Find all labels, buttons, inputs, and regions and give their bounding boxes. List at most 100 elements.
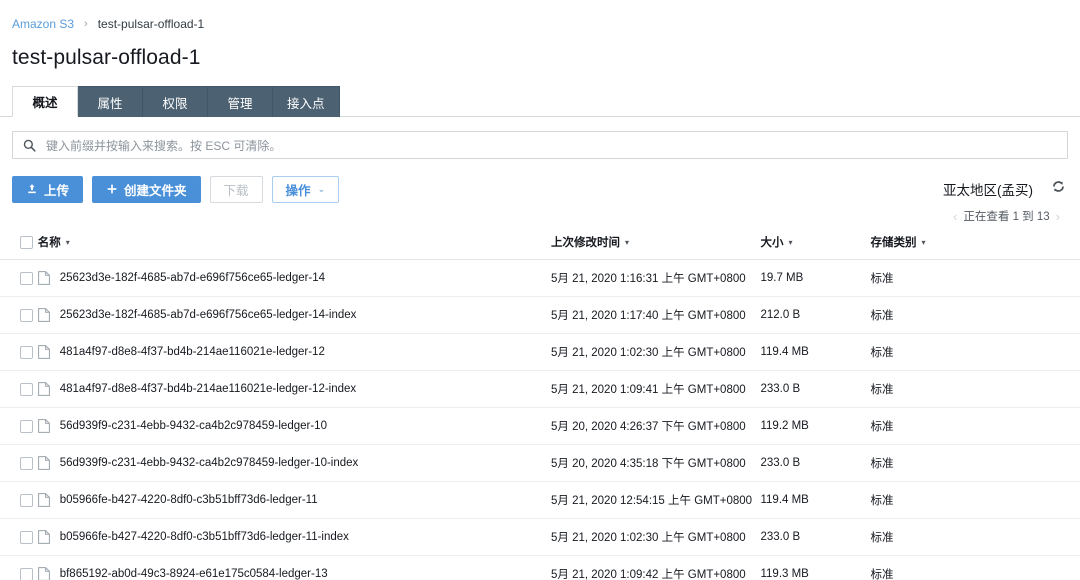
object-size-cell: 19.7 MB <box>760 259 871 297</box>
row-select-cell <box>0 407 38 445</box>
object-size-cell: 233.0 B <box>760 444 871 482</box>
pagination-next-button[interactable]: › <box>1050 209 1066 224</box>
object-size-cell: 119.4 MB <box>760 333 871 371</box>
object-name-cell[interactable]: 56d939f9-c231-4ebb-9432-ca4b2c978459-led… <box>37 407 551 445</box>
object-last-modified-cell: 5月 20, 2020 4:35:18 下午 GMT+0800 <box>550 444 761 482</box>
column-header-name[interactable]: 名称 ▾ <box>37 227 551 260</box>
tab-overview[interactable]: 概述 <box>12 86 78 117</box>
object-name-label: b05966fe-b427-4220-8df0-c3b51bff73d6-led… <box>59 494 318 506</box>
object-storage-class-label: 标准 <box>870 495 894 507</box>
object-last-modified-label: 5月 21, 2020 1:17:40 上午 GMT+0800 <box>550 310 746 322</box>
object-name-label: 56d939f9-c231-4ebb-9432-ca4b2c978459-led… <box>59 420 327 432</box>
row-checkbox[interactable] <box>20 419 33 433</box>
row-checkbox[interactable] <box>20 345 33 359</box>
table-row[interactable]: 25623d3e-182f-4685-ab7d-e696f756ce65-led… <box>0 259 1080 297</box>
object-storage-class-cell: 标准 <box>870 481 1080 519</box>
object-name-cell[interactable]: 481a4f97-d8e8-4f37-bd4b-214ae116021e-led… <box>37 370 551 408</box>
object-last-modified-cell: 5月 21, 2020 1:17:40 上午 GMT+0800 <box>550 296 761 334</box>
column-header-name-label: 名称 <box>37 237 61 249</box>
table-header-row: 名称 ▾ 上次修改时间 ▾ 大小 ▾ 存储类别 ▾ <box>0 227 1080 260</box>
object-name-cell[interactable]: 56d939f9-c231-4ebb-9432-ca4b2c978459-led… <box>37 444 551 482</box>
table-row[interactable]: b05966fe-b427-4220-8df0-c3b51bff73d6-led… <box>0 481 1080 519</box>
column-header-storage-class-label: 存储类别 <box>870 237 917 249</box>
breadcrumb-link-amazon-s3[interactable]: Amazon S3 <box>12 17 74 31</box>
object-name-cell[interactable]: b05966fe-b427-4220-8df0-c3b51bff73d6-led… <box>37 518 551 556</box>
object-name-label: 481a4f97-d8e8-4f37-bd4b-214ae116021e-led… <box>59 346 325 358</box>
search-input[interactable]: 键入前缀并按输入来搜索。按 ESC 可清除。 <box>12 131 1068 159</box>
sort-caret-icon: ▾ <box>788 238 793 248</box>
sort-caret-icon: ▾ <box>65 238 70 248</box>
sort-caret-icon: ▾ <box>921 238 926 248</box>
pagination-prev-button[interactable]: ‹ <box>947 209 963 224</box>
object-storage-class-label: 标准 <box>870 384 894 396</box>
upload-button[interactable]: 上传 <box>12 175 84 203</box>
search-icon <box>23 139 36 152</box>
select-all-checkbox[interactable] <box>20 235 33 249</box>
row-checkbox[interactable] <box>20 493 33 507</box>
tab-access-points[interactable]: 接入点 <box>272 86 340 117</box>
tab-management[interactable]: 管理 <box>207 86 273 117</box>
tab-permissions[interactable]: 权限 <box>142 86 208 117</box>
object-last-modified-cell: 5月 20, 2020 4:26:37 下午 GMT+0800 <box>550 407 761 445</box>
table-row[interactable]: 481a4f97-d8e8-4f37-bd4b-214ae116021e-led… <box>0 370 1080 408</box>
search-row: 键入前缀并按输入来搜索。按 ESC 可清除。 <box>0 117 1080 159</box>
row-checkbox[interactable] <box>20 271 33 285</box>
plus-icon <box>106 183 118 195</box>
object-storage-class-cell: 标准 <box>870 444 1080 482</box>
create-folder-button[interactable]: 创建文件夹 <box>92 175 201 203</box>
file-icon <box>37 345 50 359</box>
row-select-cell <box>0 333 38 371</box>
file-icon <box>37 493 50 507</box>
refresh-button[interactable] <box>1049 177 1068 201</box>
row-checkbox[interactable] <box>20 567 33 580</box>
row-select-cell <box>0 444 38 482</box>
object-name-cell[interactable]: b05966fe-b427-4220-8df0-c3b51bff73d6-led… <box>37 481 551 519</box>
object-storage-class-label: 标准 <box>870 569 894 580</box>
row-checkbox[interactable] <box>20 456 33 470</box>
object-name-cell[interactable]: 25623d3e-182f-4685-ab7d-e696f756ce65-led… <box>37 296 551 334</box>
row-select-cell <box>0 259 38 297</box>
tab-bar: 概述 属性 权限 管理 接入点 <box>0 86 1080 117</box>
object-storage-class-label: 标准 <box>870 532 894 544</box>
table-body: 25623d3e-182f-4685-ab7d-e696f756ce65-led… <box>0 259 1080 580</box>
column-header-storage-class[interactable]: 存储类别 ▾ <box>870 227 1080 260</box>
table-header: 名称 ▾ 上次修改时间 ▾ 大小 ▾ 存储类别 ▾ <box>0 227 1080 260</box>
row-checkbox[interactable] <box>20 382 33 396</box>
column-header-last-modified[interactable]: 上次修改时间 ▾ <box>550 227 761 260</box>
table-row[interactable]: bf865192-ab0d-49c3-8924-e61e175c0584-led… <box>0 555 1080 580</box>
table-row[interactable]: 56d939f9-c231-4ebb-9432-ca4b2c978459-led… <box>0 407 1080 445</box>
object-name-label: b05966fe-b427-4220-8df0-c3b51bff73d6-led… <box>59 531 349 543</box>
column-header-size[interactable]: 大小 ▾ <box>760 227 871 260</box>
column-header-select-all <box>0 227 38 260</box>
actions-dropdown-button[interactable]: 操作 ⌄ <box>271 175 340 203</box>
download-button: 下载 <box>209 175 263 203</box>
table-row[interactable]: 481a4f97-d8e8-4f37-bd4b-214ae116021e-led… <box>0 333 1080 371</box>
column-header-size-label: 大小 <box>760 237 784 249</box>
object-name-cell[interactable]: bf865192-ab0d-49c3-8924-e61e175c0584-led… <box>37 555 551 580</box>
object-last-modified-cell: 5月 21, 2020 1:09:41 上午 GMT+0800 <box>550 370 761 408</box>
object-name-label: 25623d3e-182f-4685-ab7d-e696f756ce65-led… <box>59 272 326 284</box>
object-name-cell[interactable]: 25623d3e-182f-4685-ab7d-e696f756ce65-led… <box>37 259 551 297</box>
column-header-last-modified-label: 上次修改时间 <box>550 237 620 249</box>
object-size-label: 212.0 B <box>760 309 801 321</box>
region-label: 亚太地区(孟买) <box>943 183 1033 198</box>
table-row[interactable]: b05966fe-b427-4220-8df0-c3b51bff73d6-led… <box>0 518 1080 556</box>
object-last-modified-cell: 5月 21, 2020 1:09:42 上午 GMT+0800 <box>550 555 761 580</box>
breadcrumb-separator: › <box>84 18 88 30</box>
object-last-modified-cell: 5月 21, 2020 1:02:30 上午 GMT+0800 <box>550 518 761 556</box>
row-checkbox[interactable] <box>20 530 33 544</box>
tab-properties-label: 属性 <box>97 96 123 111</box>
row-checkbox[interactable] <box>20 308 33 322</box>
object-storage-class-label: 标准 <box>870 273 894 285</box>
object-name-cell[interactable]: 481a4f97-d8e8-4f37-bd4b-214ae116021e-led… <box>37 333 551 371</box>
toolbar: 上传 创建文件夹 下载 操作 ⌄ 亚太地区(孟买) <box>0 159 1080 205</box>
sort-caret-icon: ▾ <box>624 238 629 248</box>
object-size-cell: 119.2 MB <box>760 407 871 445</box>
tab-properties[interactable]: 属性 <box>77 86 143 117</box>
object-last-modified-label: 5月 20, 2020 4:26:37 下午 GMT+0800 <box>550 421 746 433</box>
file-icon <box>37 530 50 544</box>
file-icon <box>37 419 50 433</box>
object-last-modified-cell: 5月 21, 2020 12:54:15 上午 GMT+0800 <box>550 481 761 519</box>
table-row[interactable]: 56d939f9-c231-4ebb-9432-ca4b2c978459-led… <box>0 444 1080 482</box>
table-row[interactable]: 25623d3e-182f-4685-ab7d-e696f756ce65-led… <box>0 296 1080 334</box>
